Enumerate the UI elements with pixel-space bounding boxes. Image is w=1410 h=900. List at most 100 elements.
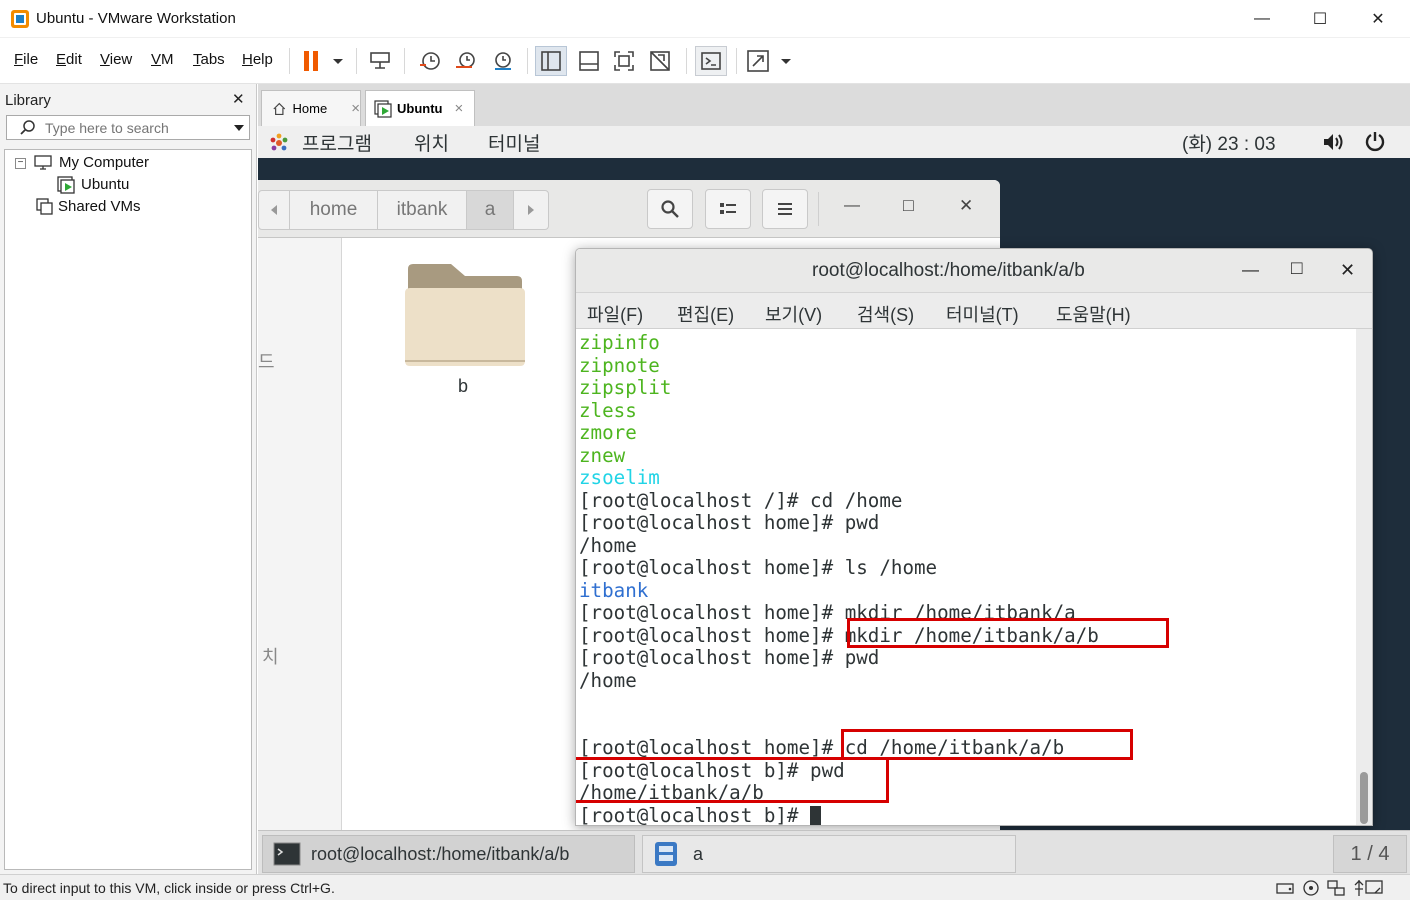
- chevron-down-icon[interactable]: [233, 124, 245, 132]
- display-icon[interactable]: [1364, 879, 1384, 897]
- menu-file[interactable]: File: [14, 51, 38, 68]
- toolbar-separator: [356, 48, 357, 74]
- scrollbar-thumb[interactable]: [1360, 772, 1368, 824]
- breadcrumb-a[interactable]: a: [466, 190, 514, 230]
- gnome-places-menu[interactable]: 위치: [414, 129, 449, 156]
- taskbar-item-terminal-label: root@localhost:/home/itbank/a/b: [311, 843, 570, 864]
- menu-edit[interactable]: Edit: [56, 51, 82, 68]
- tree-item-shared-vms[interactable]: Shared VMs: [58, 198, 141, 215]
- menu-view[interactable]: View: [100, 51, 132, 68]
- terminal-menu-edit[interactable]: 편집(E): [677, 301, 734, 327]
- search-button[interactable]: [647, 189, 693, 229]
- stretch-guest-button[interactable]: [744, 46, 792, 76]
- list-view-button[interactable]: [705, 189, 751, 229]
- folder-icon[interactable]: [404, 263, 526, 369]
- terminal-maximize-button[interactable]: □: [1291, 258, 1302, 280]
- close-button[interactable]: ✕: [1349, 0, 1407, 38]
- tab-ubuntu[interactable]: Ubuntu ×: [365, 90, 475, 126]
- terminal-window: root@localhost:/home/itbank/a/b — □ ✕ 파일…: [575, 248, 1373, 826]
- toolbar-separator: [736, 48, 737, 74]
- terminal-cursor: [810, 805, 822, 825]
- snapshot-manager-button[interactable]: [489, 46, 517, 76]
- maximize-button[interactable]: ☐: [1291, 0, 1349, 38]
- minimize-button[interactable]: —: [1233, 0, 1291, 38]
- breadcrumb-itbank[interactable]: itbank: [377, 190, 467, 230]
- file-manager-minimize-button[interactable]: —: [844, 197, 860, 215]
- gnome-terminal-menu[interactable]: 터미널: [488, 129, 540, 156]
- tree-item-my-computer[interactable]: My Computer: [59, 154, 149, 171]
- vm-display[interactable]: 프로그램 위치 터미널 (화) 23 : 03 home itbank a — …: [258, 126, 1410, 875]
- breadcrumb-forward-button[interactable]: [513, 190, 549, 230]
- folder-name[interactable]: b: [458, 376, 468, 397]
- suspend-button[interactable]: [300, 46, 348, 76]
- file-manager-close-button[interactable]: ✕: [959, 196, 973, 216]
- breadcrumb-home[interactable]: home: [289, 190, 378, 230]
- menu-tabs[interactable]: Tabs: [193, 51, 225, 68]
- hamburger-icon: [778, 203, 792, 215]
- library-title: Library: [5, 92, 51, 109]
- files-app-icon: [655, 842, 677, 866]
- pause-icon: [304, 51, 343, 71]
- menu-button[interactable]: [762, 189, 808, 229]
- revert-snapshot-button[interactable]: [452, 46, 480, 76]
- highlight-pwd-result: [576, 757, 889, 803]
- terminal-line: /home: [579, 668, 637, 692]
- toolbar-separator: [404, 48, 405, 74]
- list-view-icon: [720, 203, 736, 214]
- search-icon: [661, 200, 679, 218]
- menu-vm[interactable]: VM: [151, 51, 174, 68]
- terminal-line: itbank: [579, 578, 649, 602]
- console-view-button[interactable]: [695, 46, 727, 76]
- library-tree: − My Computer Ubuntu Shared VMs: [4, 149, 252, 870]
- terminal-menu-terminal[interactable]: 터미널(T): [946, 301, 1019, 327]
- volume-icon[interactable]: [1322, 131, 1346, 153]
- terminal-menu-view[interactable]: 보기(V): [765, 301, 822, 327]
- taskbar-item-files[interactable]: a: [642, 835, 1016, 873]
- unity-button[interactable]: [646, 46, 674, 76]
- terminal-scrollbar[interactable]: [1356, 329, 1372, 825]
- terminal-line: [root@localhost home]# pwd: [579, 511, 880, 534]
- terminal-menu-help[interactable]: 도움말(H): [1056, 301, 1131, 327]
- menu-help[interactable]: Help: [242, 51, 273, 68]
- tree-item-ubuntu[interactable]: Ubuntu: [81, 176, 130, 193]
- terminal-icon: [701, 52, 721, 70]
- tab-home-close-icon[interactable]: ×: [351, 100, 360, 117]
- terminal-line: zipsplit: [579, 376, 672, 399]
- terminal-menu-file[interactable]: 파일(F): [587, 301, 643, 327]
- vmware-logo-icon: [10, 9, 30, 29]
- breadcrumb-back-button[interactable]: [258, 190, 290, 230]
- send-ctrl-alt-del-button[interactable]: [366, 46, 394, 76]
- power-icon[interactable]: [1364, 130, 1386, 152]
- tab-home[interactable]: Home ×: [261, 90, 361, 126]
- tab-home-label: Home: [292, 101, 328, 116]
- keyboard-icon: [370, 52, 390, 69]
- search-icon: [19, 119, 37, 137]
- terminal-menu-bar: 파일(F) 편집(E) 보기(V) 검색(S) 터미널(T) 도움말(H): [576, 293, 1372, 329]
- terminal-close-button[interactable]: ✕: [1340, 260, 1355, 281]
- terminal-minimize-button[interactable]: —: [1242, 260, 1259, 280]
- workspace-indicator[interactable]: 1 / 4: [1333, 835, 1407, 873]
- full-screen-button[interactable]: [610, 46, 638, 76]
- network-icon[interactable]: [1326, 879, 1346, 897]
- library-search-input[interactable]: [45, 118, 225, 137]
- library-search-box[interactable]: [6, 115, 250, 140]
- library-close-button[interactable]: ✕: [232, 90, 245, 108]
- terminal-line: zmore: [579, 421, 637, 444]
- toolbar-separator: [686, 48, 687, 74]
- show-library-button[interactable]: [535, 46, 567, 76]
- taskbar-item-terminal[interactable]: root@localhost:/home/itbank/a/b: [262, 835, 635, 873]
- taskbar-item-files-label: a: [693, 843, 704, 864]
- take-snapshot-button[interactable]: [416, 46, 444, 76]
- tab-ubuntu-close-icon[interactable]: ×: [454, 100, 463, 117]
- hard-disk-icon[interactable]: [1276, 879, 1296, 897]
- tree-collapse-toggle[interactable]: −: [15, 158, 26, 169]
- cd-dvd-icon[interactable]: [1302, 879, 1320, 897]
- header-separator: [818, 192, 819, 226]
- show-thumbnail-bar-button[interactable]: [575, 46, 603, 76]
- gnome-applications-menu[interactable]: 프로그램: [302, 129, 372, 156]
- gnome-clock[interactable]: (화) 23 : 03: [1182, 129, 1276, 156]
- terminal-menu-search[interactable]: 검색(S): [857, 301, 914, 327]
- file-manager-maximize-button[interactable]: □: [903, 195, 914, 216]
- terminal-app-icon: [273, 842, 301, 866]
- terminal-line: zsoelim: [579, 466, 660, 489]
